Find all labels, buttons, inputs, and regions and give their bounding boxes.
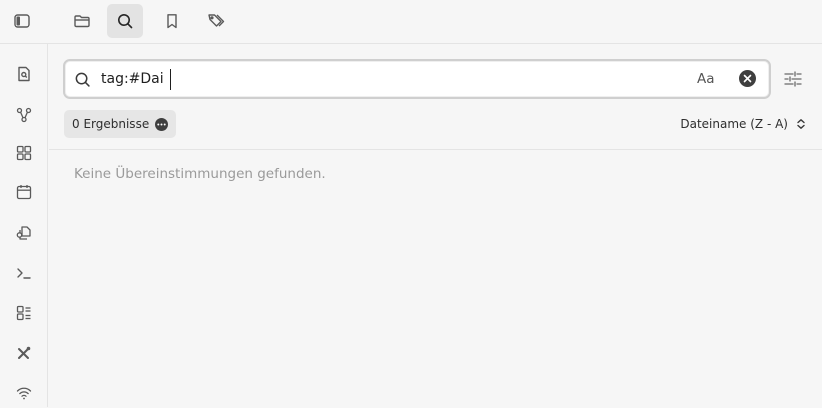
copy-files-icon[interactable]: [6, 218, 42, 248]
folder-icon: [73, 12, 91, 30]
tab-search[interactable]: [107, 4, 143, 38]
sort-order-label: Dateiname (Z - A): [680, 117, 788, 131]
search-icon: [116, 12, 134, 30]
left-ribbon: [0, 44, 48, 407]
text-caret: [170, 69, 171, 90]
empty-results-message: Keine Übereinstimmungen gefunden.: [74, 166, 326, 182]
tab-files[interactable]: [64, 4, 100, 38]
terminal-icon[interactable]: [6, 258, 42, 288]
sort-order-select[interactable]: Dateiname (Z - A): [680, 110, 806, 138]
templates-icon[interactable]: [6, 298, 42, 328]
divider: [49, 149, 822, 150]
results-count-label: 0 Ergebnisse: [72, 117, 150, 131]
results-count-badge[interactable]: 0 Ergebnisse: [64, 110, 177, 138]
tags-icon: [206, 12, 226, 30]
calendar-icon[interactable]: [6, 177, 42, 207]
bookmark-icon: [163, 12, 181, 30]
file-search-icon[interactable]: [6, 59, 42, 89]
chevron-up-down-icon: [796, 118, 806, 130]
top-bar: [0, 0, 822, 44]
match-case-button[interactable]: Aa: [697, 69, 715, 89]
search-input[interactable]: [101, 67, 661, 91]
tab-bookmarks[interactable]: [154, 4, 190, 38]
sliders-icon[interactable]: [780, 66, 806, 92]
tools-icon[interactable]: [6, 338, 42, 368]
search-box[interactable]: Aa: [63, 59, 771, 99]
canvas-grid-icon[interactable]: [6, 138, 42, 168]
wifi-icon[interactable]: [6, 378, 42, 408]
graph-icon[interactable]: [6, 100, 42, 130]
more-options-icon[interactable]: [155, 117, 169, 131]
tab-tags[interactable]: [198, 4, 234, 38]
sidebar-toggle-icon[interactable]: [4, 4, 40, 38]
clear-icon[interactable]: [739, 70, 756, 87]
search-icon: [74, 71, 91, 88]
